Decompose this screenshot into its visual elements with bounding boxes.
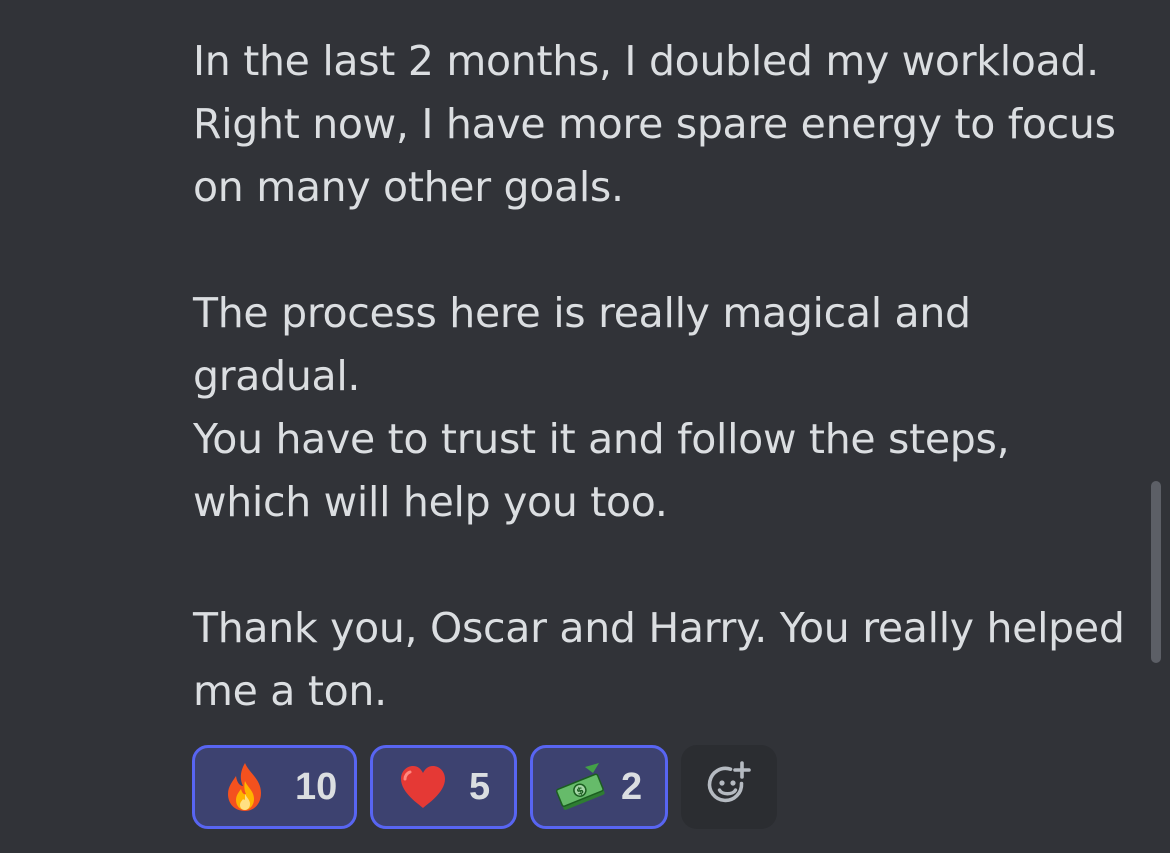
message-line: which will help you too. [193,478,668,526]
message-line: gradual. [193,352,361,400]
message-line: on many other goals. [193,163,624,211]
money-with-wings-icon: $ [555,761,607,813]
add-reaction-button[interactable] [681,745,777,829]
reaction-fire-button[interactable]: 10 [192,745,357,829]
fire-icon [219,761,271,813]
reaction-count: 2 [621,765,643,808]
add-reaction-icon [705,761,753,813]
message-line: Thank you, Oscar and Harry. You really h… [193,604,1125,652]
message-line: The process here is really magical and [193,289,971,337]
message-line: In the last 2 months, I doubled my workl… [193,37,1099,85]
reaction-count: 10 [295,765,338,808]
reaction-heart-button[interactable]: 5 [370,745,517,829]
message-line: Right now, I have more spare energy to f… [193,100,1116,148]
heart-icon [397,761,449,813]
scrollbar-thumb[interactable] [1151,481,1161,663]
message-line: You have to trust it and follow the step… [193,415,1010,463]
chat-view: In the last 2 months, I doubled my workl… [0,0,1170,853]
message-line: me a ton. [193,667,387,715]
reaction-bar: 10 5 $ 2 [192,745,777,829]
reaction-money-button[interactable]: $ 2 [530,745,668,829]
message-content: In the last 2 months, I doubled my workl… [193,30,1143,723]
reaction-count: 5 [469,765,491,808]
